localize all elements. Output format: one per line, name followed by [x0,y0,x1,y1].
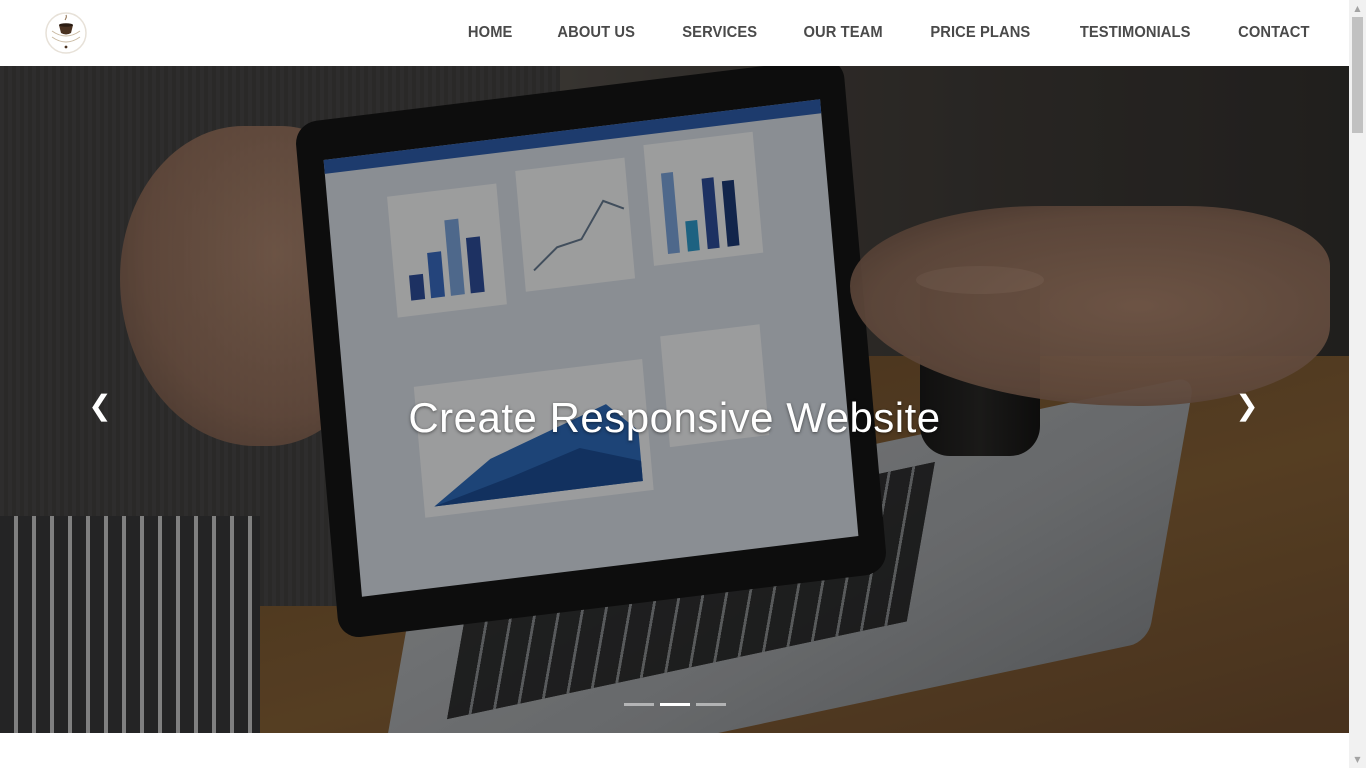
carousel-next-button[interactable]: ❯ [1227,386,1267,426]
carousel-prev-button[interactable]: ❮ [80,386,120,426]
carousel-indicator-1[interactable] [623,703,654,706]
hero-carousel: Create Responsive Website ❮ ❯ [0,66,1349,733]
hero-title: Create Responsive Website [408,394,941,442]
nav-contact[interactable]: CONTACT [1238,24,1310,42]
nav-about-us[interactable]: ABOUT US [558,24,636,42]
logo[interactable] [44,11,88,55]
chevron-left-icon: ❮ [88,389,112,422]
chevron-right-icon: ❯ [1235,389,1259,422]
carousel-indicator-3[interactable] [695,703,726,706]
scroll-down-arrow-icon[interactable]: ▼ [1349,751,1366,768]
nav-price-plans[interactable]: PRICE PLANS [931,24,1031,42]
carousel-indicator-2[interactable] [659,703,690,706]
page-scrollbar[interactable]: ▲ ▼ [1349,0,1366,768]
scroll-up-arrow-icon[interactable]: ▲ [1349,0,1366,17]
nav-home[interactable]: HOME [468,24,513,42]
site-header: HOME ABOUT US SERVICES OUR TEAM PRICE PL… [0,0,1349,66]
main-nav: HOME ABOUT US SERVICES OUR TEAM PRICE PL… [426,0,1313,66]
coffee-cup-logo-icon [45,12,87,54]
nav-testimonials[interactable]: TESTIMONIALS [1080,24,1191,42]
nav-our-team[interactable]: OUR TEAM [804,24,883,42]
scrollbar-thumb[interactable] [1352,17,1363,133]
nav-services[interactable]: SERVICES [682,24,757,42]
carousel-indicators [0,703,1349,706]
